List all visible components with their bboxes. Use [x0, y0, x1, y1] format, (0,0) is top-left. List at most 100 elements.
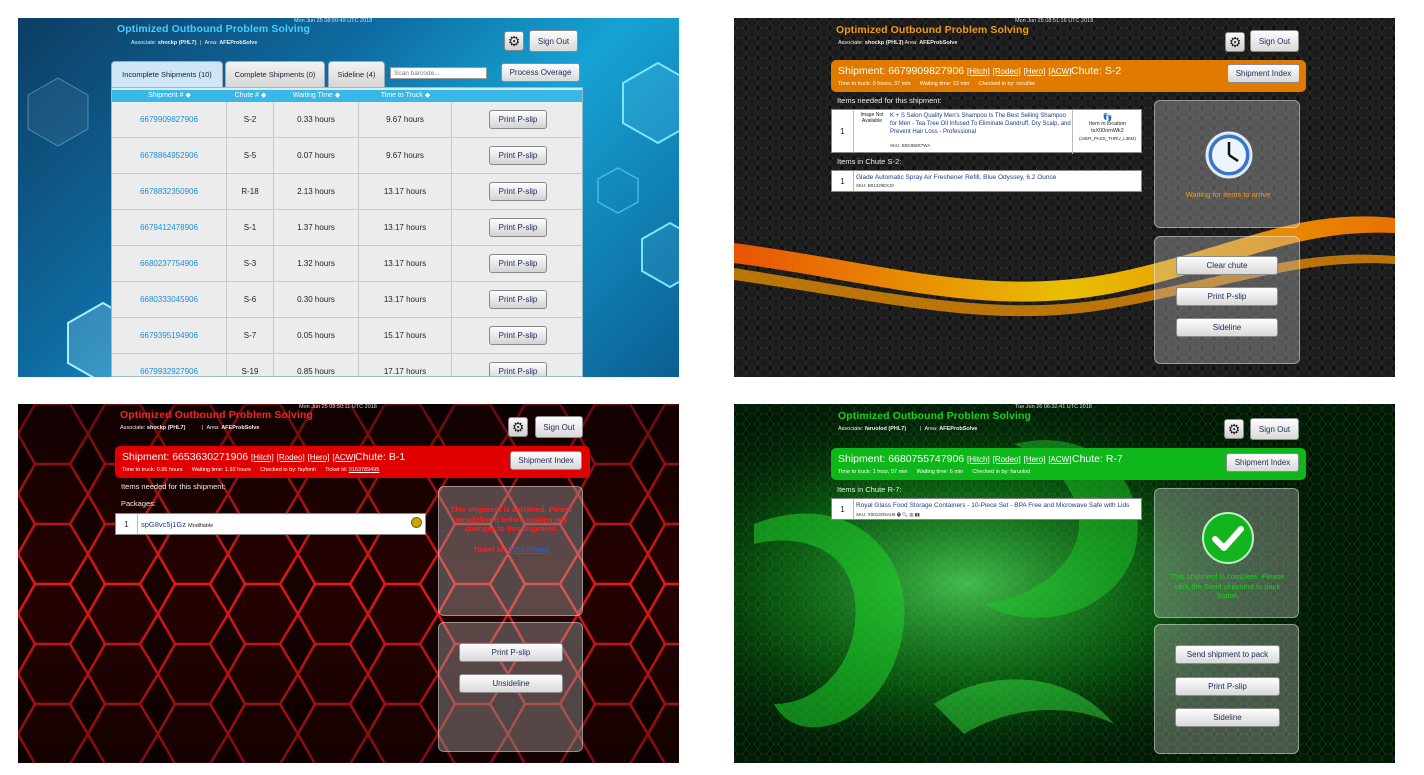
shipment-link[interactable]: 6679395194906 [112, 318, 227, 354]
print-pslip-button[interactable]: Print P-slip [1176, 287, 1278, 306]
acw-link[interactable]: [ACW] [1048, 67, 1071, 76]
date-time: Mon Jun 25 08:50:49 UTC 2018 [294, 18, 373, 24]
column-shipment[interactable]: Shipment # ◆ [112, 90, 227, 102]
sign-out-button[interactable]: Sign Out [529, 30, 578, 52]
ticket-link[interactable]: 0153789495 [508, 545, 550, 554]
package-code: spG8vc5j1Gz Modifiable [141, 520, 214, 529]
column-waiting-time[interactable]: Waiting Time ◆ [274, 90, 359, 102]
date-time: Mon Jun 25 08:51:16 UTC 2018 [1015, 18, 1094, 24]
column-chute[interactable]: Chute # ◆ [227, 90, 274, 102]
shipment-details: Time to truck: 1 hour, 57 min Waiting ti… [838, 469, 1031, 475]
status-box: Waiting for items to arrive [1154, 100, 1300, 228]
hitch-link[interactable]: [Hitch] [251, 453, 274, 462]
area-info: | Area: AFEProbSolve [200, 40, 258, 46]
app-title: Optimized Outbound Problem Solving [838, 410, 1031, 422]
scan-barcode-input[interactable] [390, 67, 487, 79]
chute-cell: S-2 [227, 102, 274, 138]
shipment-link[interactable]: 6679412478906 [112, 210, 227, 246]
acw-link[interactable]: [ACW] [332, 453, 355, 462]
print-pslip-button[interactable]: Print P-slip [489, 326, 547, 345]
status-message: This shipment is sidelined. Please unsid… [450, 505, 573, 533]
tab-incomplete-shipments[interactable]: Incomplete Shipments (10) [111, 61, 223, 87]
print-pslip-button[interactable]: Print P-slip [489, 146, 547, 165]
table-row: 6679395194906 S-7 0.05 hours 15.17 hours Pri… [112, 318, 582, 354]
unsideline-button[interactable]: Unsideline [459, 674, 563, 693]
shipment-link[interactable]: 6678832350906 [112, 174, 227, 210]
gear-icon[interactable]: ⚙ [504, 31, 524, 51]
item-title-link[interactable]: K + S Salon Quality Men's Shampoo Is The… [890, 112, 1072, 144]
table-row: 6679909827906 S-2 0.33 hours 9.67 hours Prin… [112, 102, 582, 138]
area-info: | Area: AFEProbSolve [900, 40, 958, 46]
item-title-link[interactable]: Glade Automatic Spray Air Freshener Refi… [856, 174, 1056, 181]
sign-out-button[interactable]: Sign Out [1250, 30, 1299, 52]
item-title-link[interactable]: Royal Glass Food Storage Containers - 10… [856, 502, 1129, 509]
sideline-button[interactable]: Sideline [1176, 318, 1278, 337]
ticket-link[interactable]: 0153789495 [349, 467, 380, 473]
chart-icon[interactable]: ▮▮ [915, 512, 920, 517]
gear-icon[interactable]: ⚙ [508, 417, 528, 437]
table-header: Shipment # ◆ Chute # ◆ Waiting Time ◆ Ti… [112, 90, 582, 102]
area-info: | Area: AFEProbSolve [920, 426, 978, 432]
items-in-chute-heading: Items in Chute R-7: [837, 485, 902, 494]
action-box: Print P-slip Unsideline [438, 622, 583, 752]
search-icon[interactable]: 🔍 [902, 512, 908, 517]
sign-out-button[interactable]: Sign Out [535, 416, 583, 438]
gear-icon[interactable]: ⚙ [1224, 419, 1244, 439]
print-pslip-button[interactable]: Print P-slip [489, 182, 547, 201]
item-location: 👣 Item in location tsX00nmWk2 (cvER_PASS… [1072, 110, 1142, 154]
waiting-time-cell: 0.05 hours [274, 318, 359, 354]
print-pslip-button[interactable]: Print P-slip [459, 643, 563, 662]
shipment-link[interactable]: 6680333045906 [112, 282, 227, 318]
shipment-index-button[interactable]: Shipment Index [1227, 64, 1300, 83]
waiting-time-cell: 2.13 hours [274, 174, 359, 210]
process-overage-button[interactable]: Process Overage [501, 63, 580, 82]
time-to-truck-cell: 15.17 hours [359, 318, 452, 354]
rodeo-link[interactable]: [Rodeo] [993, 67, 1021, 76]
tab-sideline[interactable]: Sideline (4) [328, 61, 385, 87]
shipment-link[interactable]: 6679909827906 [112, 102, 227, 138]
table-row: 6679412478906 S-1 1.37 hours 13.17 hours Pri… [112, 210, 582, 246]
print-pslip-button[interactable]: Print P-slip [489, 362, 547, 376]
hitch-link[interactable]: [Hitch] [967, 67, 990, 76]
hero-link[interactable]: [Hero] [308, 453, 330, 462]
sort-arrow-icon: ◆ [261, 92, 267, 99]
print-pslip-button[interactable]: Print P-slip [489, 290, 547, 309]
waiting-time-cell: 1.37 hours [274, 210, 359, 246]
sideline-button[interactable]: Sideline [1175, 708, 1280, 727]
tab-complete-shipments[interactable]: Complete Shipments (0) [225, 61, 325, 87]
column-time-to-truck[interactable]: Time to Truck ◆ [359, 90, 452, 102]
print-pslip-button[interactable]: Print P-slip [489, 110, 547, 129]
shipment-link[interactable]: 6679932927906 [112, 354, 227, 376]
footprints-icon: 👣 [1102, 113, 1113, 122]
send-shipment-to-pack-button[interactable]: Send shipment to pack [1175, 645, 1280, 664]
shipment-index-button[interactable]: Shipment Index [510, 451, 582, 470]
chute-cell: R-18 [227, 174, 274, 210]
shipment-index-button[interactable]: Shipment Index [1226, 453, 1299, 472]
gear-icon[interactable]: ⚙ [1225, 32, 1245, 52]
barcode-icon[interactable]: ▥ [909, 512, 913, 517]
package-item: 1 spG8vc5j1Gz Modifiable [115, 513, 426, 535]
packages-heading: Packages: [121, 499, 157, 508]
waiting-time-cell: 1.32 hours [274, 246, 359, 282]
rodeo-link[interactable]: [Rodeo] [993, 455, 1021, 464]
print-pslip-button[interactable]: Print P-slip [489, 254, 547, 273]
print-pslip-button[interactable]: Print P-slip [1175, 677, 1280, 696]
acw-link[interactable]: [ACW] [1048, 455, 1071, 464]
time-to-truck-cell: 13.17 hours [359, 174, 452, 210]
associate-info: Associate: shockp (PHL7) [131, 40, 197, 46]
print-icon[interactable]: 🖶 [897, 512, 901, 517]
hero-link[interactable]: [Hero] [1024, 455, 1046, 464]
date-time: Mon Jun 25 08:50:11 UTC 2018 [299, 404, 377, 410]
hero-link[interactable]: [Hero] [1024, 67, 1046, 76]
chute-cell: S-3 [227, 246, 274, 282]
print-pslip-button[interactable]: Print P-slip [489, 218, 547, 237]
area-info: | Area: AFEProbSolve [202, 425, 260, 431]
shipment-details: Time to truck: 9 hours, 37 min Waiting t… [838, 81, 1035, 87]
sign-out-button[interactable]: Sign Out [1250, 418, 1299, 440]
rodeo-link[interactable]: [Rodeo] [277, 453, 305, 462]
shipment-link[interactable]: 6678864952906 [112, 138, 227, 174]
shipment-link[interactable]: 6680237754906 [112, 246, 227, 282]
clear-chute-button[interactable]: Clear chute [1176, 256, 1278, 275]
date-time: Tue Jun 26 06:32:41 UTC 2018 [1015, 404, 1092, 410]
hitch-link[interactable]: [Hitch] [967, 455, 990, 464]
